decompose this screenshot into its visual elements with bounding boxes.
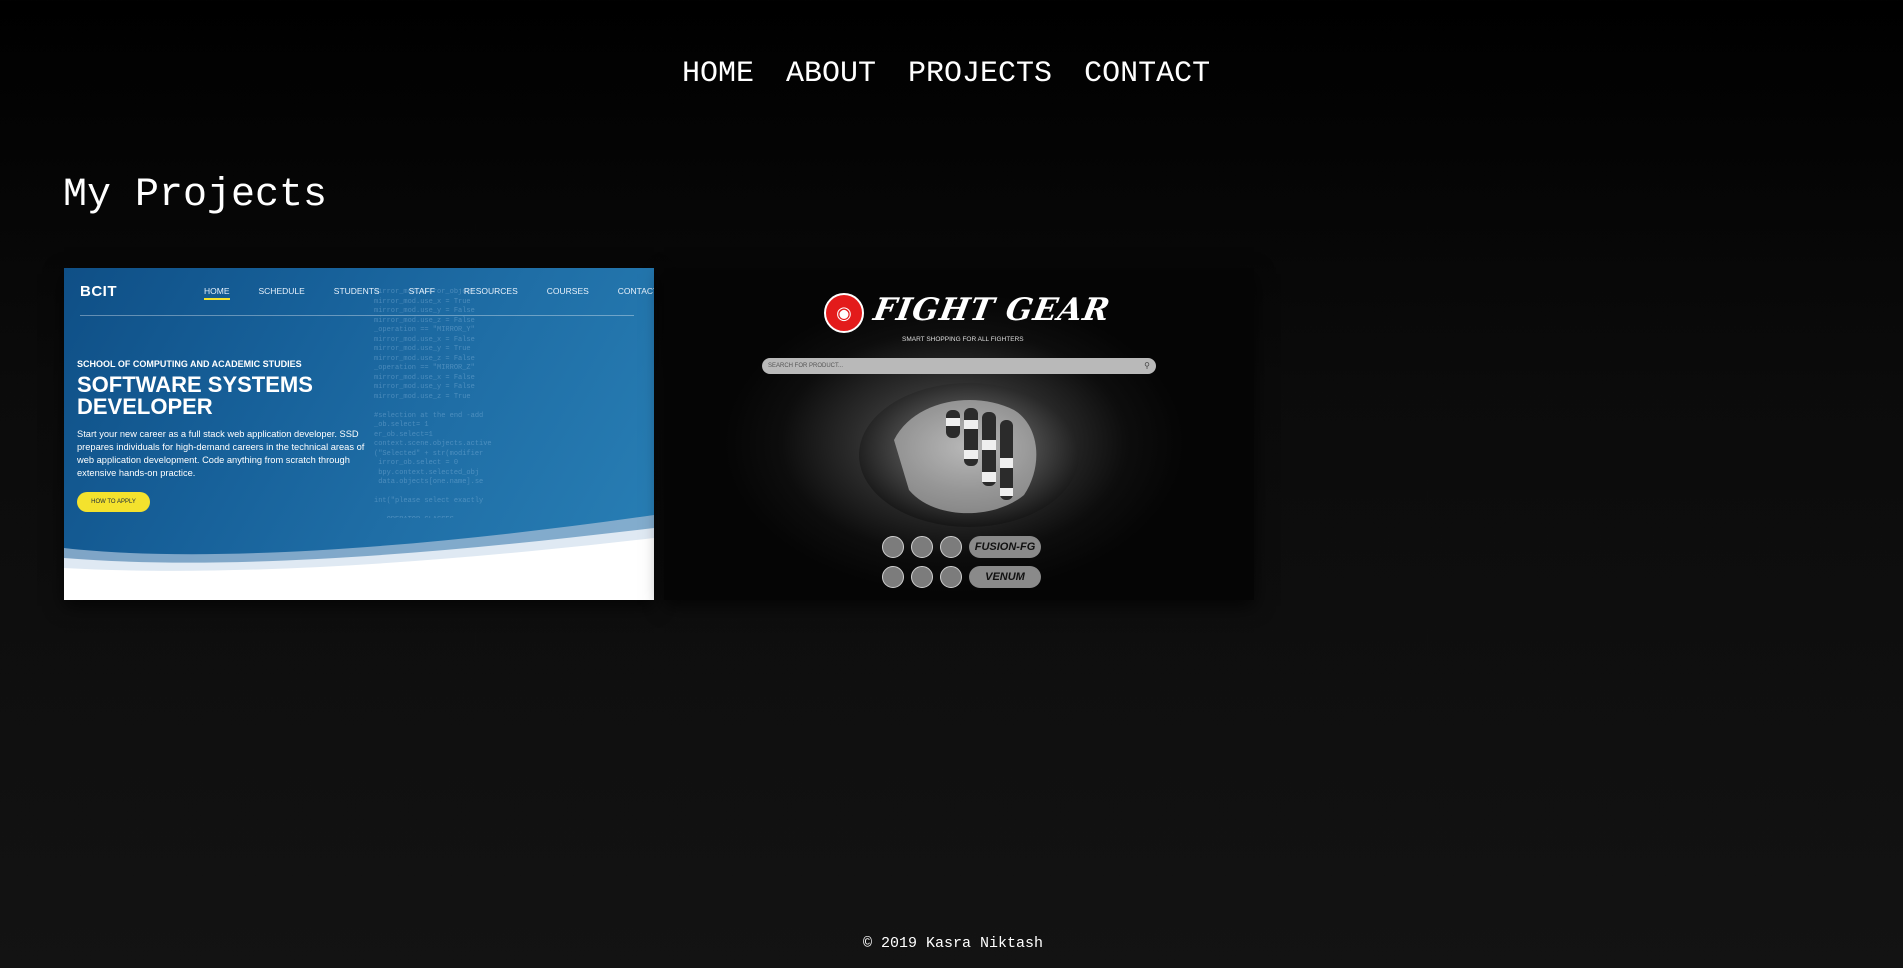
bcit-menu: HOME SCHEDULE STUDENTS STAFF RESOURCES C…	[204, 286, 654, 300]
brand-logo-icon	[882, 536, 904, 558]
bcit-menu-item: STAFF	[408, 286, 435, 296]
brand-logo-icon	[940, 566, 962, 588]
project-card-bcit[interactable]: mirror_mod.mirror_object mirror_mod.use_…	[64, 268, 654, 600]
how-to-apply-button: HOW TO APPLY	[77, 492, 150, 512]
fight-gear-brand: FIGHT GEAR	[870, 292, 1114, 328]
page-title: My Projects	[63, 173, 328, 218]
project-card-fight-gear[interactable]: ◉ FIGHT GEAR SMART SHOPPING FOR ALL FIGH…	[664, 268, 1254, 600]
bcit-description: Start your new career as a full stack we…	[77, 429, 365, 478]
fight-gear-logo-icon: ◉	[824, 293, 864, 333]
bcit-logo: BCIT	[80, 283, 117, 300]
wrapped-hands-image	[859, 383, 1079, 527]
nav-link-projects[interactable]: PROJECTS	[908, 56, 1052, 92]
bcit-menu-item: COURSES	[546, 286, 589, 296]
bcit-menu-item: STUDENTS	[333, 286, 380, 296]
main-nav: HOME ABOUT PROJECTS CONTACT	[682, 56, 1210, 92]
brand-pill-venum: VENUM	[969, 566, 1041, 588]
bcit-menu-item: HOME	[204, 286, 230, 300]
bcit-menu-item: RESOURCES	[463, 286, 518, 296]
brand-logo-icon	[940, 536, 962, 558]
search-placeholder: SEARCH FOR PRODUCT...	[768, 363, 844, 369]
nav-link-contact[interactable]: CONTACT	[1084, 56, 1210, 92]
brand-logo-icon	[911, 536, 933, 558]
divider	[80, 315, 634, 316]
brand-logo-icon	[911, 566, 933, 588]
bcit-kicker: SCHOOL OF COMPUTING AND ACADEMIC STUDIES	[77, 359, 302, 369]
brand-logo-icon	[882, 566, 904, 588]
code-background: mirror_mod.mirror_object mirror_mod.use_…	[374, 288, 492, 518]
bcit-heading: SOFTWARE SYSTEMS DEVELOPER	[77, 372, 313, 419]
projects-grid: mirror_mod.mirror_object mirror_mod.use_…	[64, 268, 1254, 600]
brand-logos: FUSION-FG VENUM	[882, 536, 1041, 588]
fight-gear-tagline: SMART SHOPPING FOR ALL FIGHTERS	[902, 336, 1024, 343]
bcit-menu-item: CONTACT	[617, 286, 654, 296]
wave-graphic	[64, 515, 654, 600]
nav-link-home[interactable]: HOME	[682, 56, 754, 92]
nav-link-about[interactable]: ABOUT	[786, 56, 876, 92]
brand-pill-fusion: FUSION-FG	[969, 536, 1041, 558]
footer-copyright: © 2019 Kasra Niktash	[863, 935, 1044, 952]
search-icon: ⚲	[1144, 361, 1150, 370]
fight-gear-search: SEARCH FOR PRODUCT... ⚲	[762, 358, 1156, 374]
bcit-menu-item: SCHEDULE	[258, 286, 305, 296]
